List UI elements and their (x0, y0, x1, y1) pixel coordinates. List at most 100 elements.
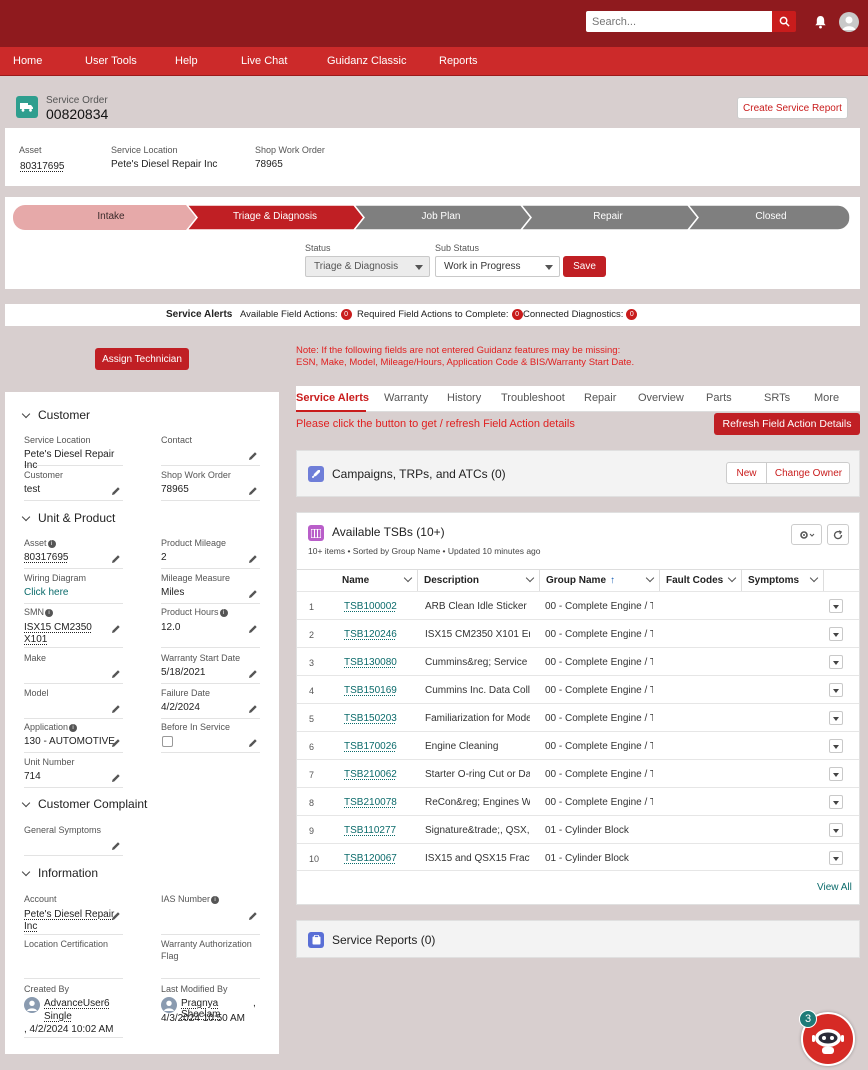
tsb-link[interactable]: TSB100002 (344, 601, 397, 612)
smn-link-line2[interactable]: X101 (24, 634, 47, 645)
chevron-down-icon[interactable] (809, 573, 819, 583)
row-actions-button[interactable] (829, 767, 843, 781)
sub-status-select[interactable]: Work in Progress (435, 256, 560, 277)
account-link[interactable]: Pete's Diesel Repair (24, 909, 114, 920)
tsb-link[interactable]: TSB150169 (344, 685, 397, 696)
tsb-link[interactable]: TSB170026 (344, 741, 397, 752)
row-actions-button[interactable] (829, 627, 843, 641)
info-icon[interactable]: i (47, 540, 56, 548)
tsb-link[interactable]: TSB130080 (344, 657, 397, 668)
pencil-icon[interactable] (111, 669, 121, 679)
info-icon[interactable]: i (219, 609, 228, 617)
tsb-link[interactable]: TSB120246 (344, 629, 397, 640)
tab-parts[interactable]: Parts (706, 392, 732, 404)
section-customer[interactable]: Customer (21, 408, 90, 422)
chevron-down-icon[interactable] (403, 573, 413, 583)
row-actions-button[interactable] (829, 655, 843, 669)
created-by-link-line2[interactable]: Single (44, 1011, 72, 1022)
pencil-icon[interactable] (111, 554, 121, 564)
column-header-symptoms[interactable]: Symptoms (742, 569, 824, 591)
info-icon[interactable]: i (211, 896, 220, 904)
row-actions-button[interactable] (829, 599, 843, 613)
pencil-icon[interactable] (248, 738, 258, 748)
path-step-job-plan[interactable]: Job Plan (357, 204, 525, 229)
info-icon[interactable]: i (45, 609, 53, 617)
tsb-link[interactable]: TSB210078 (344, 797, 397, 808)
chevron-down-icon[interactable] (645, 573, 655, 583)
refresh-list-button[interactable] (827, 524, 849, 545)
tsb-link[interactable]: TSB120067 (344, 853, 397, 864)
create-service-report-button[interactable]: Create Service Report (737, 97, 848, 119)
nav-user-tools[interactable]: User Tools (85, 55, 137, 67)
section-unit-product[interactable]: Unit & Product (21, 511, 115, 525)
wiring-diagram-link[interactable]: Click here (24, 587, 68, 598)
chevron-down-icon[interactable] (727, 573, 737, 583)
pencil-icon[interactable] (111, 486, 121, 496)
row-actions-button[interactable] (829, 739, 843, 753)
pencil-icon[interactable] (111, 773, 121, 783)
nav-guidanz-classic[interactable]: Guidanz Classic (327, 55, 406, 67)
pencil-icon[interactable] (111, 624, 121, 634)
pencil-icon[interactable] (248, 451, 258, 461)
nav-help[interactable]: Help (175, 55, 198, 67)
pencil-icon[interactable] (248, 624, 258, 634)
tsb-link[interactable]: TSB150203 (344, 713, 397, 724)
column-header-group-name[interactable]: Group Name ↑ (540, 569, 660, 591)
tab-srts[interactable]: SRTs (764, 392, 790, 404)
section-customer-complaint[interactable]: Customer Complaint (21, 797, 147, 811)
list-settings-button[interactable] (791, 524, 822, 545)
pencil-icon[interactable] (248, 486, 258, 496)
smn-link[interactable]: ISX15 CM2350 (24, 622, 92, 633)
nav-live-chat[interactable]: Live Chat (241, 55, 287, 67)
path-step-repair[interactable]: Repair (524, 204, 692, 229)
assign-technician-button[interactable]: Assign Technician (95, 348, 189, 370)
new-button[interactable]: New (727, 463, 767, 483)
tab-history[interactable]: History (447, 392, 481, 404)
column-header-name[interactable]: Name (336, 569, 418, 591)
path-step-closed[interactable]: Closed (690, 204, 852, 229)
notifications-button[interactable] (811, 13, 829, 31)
save-button[interactable]: Save (563, 256, 606, 277)
tsb-link[interactable]: TSB210062 (344, 769, 397, 780)
tab-service-alerts[interactable]: Service Alerts (296, 392, 369, 404)
account-link-line2[interactable]: Inc (24, 921, 37, 932)
tab-more[interactable]: More (814, 392, 839, 404)
view-all-link[interactable]: View All (817, 882, 852, 893)
row-actions-button[interactable] (829, 711, 843, 725)
tab-repair[interactable]: Repair (584, 392, 616, 404)
info-icon[interactable]: i (69, 724, 78, 732)
asset-link[interactable]: 80317695 (24, 552, 69, 563)
search-button[interactable] (772, 11, 796, 32)
nav-reports[interactable]: Reports (439, 55, 478, 67)
search-input[interactable] (586, 11, 772, 32)
pencil-icon[interactable] (111, 704, 121, 714)
column-header-description[interactable]: Description (418, 569, 540, 591)
row-actions-button[interactable] (829, 795, 843, 809)
section-information[interactable]: Information (21, 866, 98, 880)
pencil-icon[interactable] (248, 911, 258, 921)
pencil-icon[interactable] (248, 554, 258, 564)
created-by-link[interactable]: AdvanceUser6 (44, 998, 110, 1009)
path-step-intake[interactable]: Intake (13, 204, 209, 229)
nav-home[interactable]: Home (13, 55, 42, 67)
chevron-down-icon[interactable] (525, 573, 535, 583)
before-in-service-checkbox[interactable] (162, 736, 173, 747)
summary-asset-link[interactable]: 80317695 (20, 161, 65, 172)
pencil-icon[interactable] (248, 589, 258, 599)
row-actions-button[interactable] (829, 683, 843, 697)
status-select[interactable]: Triage & Diagnosis (305, 256, 430, 277)
pencil-icon[interactable] (248, 669, 258, 679)
tab-overview[interactable]: Overview (638, 392, 684, 404)
path-step-triage[interactable]: Triage & Diagnosis (191, 204, 359, 229)
refresh-field-action-button[interactable]: Refresh Field Action Details (714, 413, 860, 435)
pencil-icon[interactable] (111, 738, 121, 748)
tab-warranty[interactable]: Warranty (384, 392, 428, 404)
pencil-icon[interactable] (111, 841, 121, 851)
pencil-icon[interactable] (111, 911, 121, 921)
row-actions-button[interactable] (829, 823, 843, 837)
pencil-icon[interactable] (248, 704, 258, 714)
tsb-link[interactable]: TSB110277 (344, 825, 396, 836)
column-header-fault-codes[interactable]: Fault Codes (660, 569, 742, 591)
tab-troubleshoot[interactable]: Troubleshoot (501, 392, 565, 404)
user-avatar[interactable] (839, 12, 859, 32)
